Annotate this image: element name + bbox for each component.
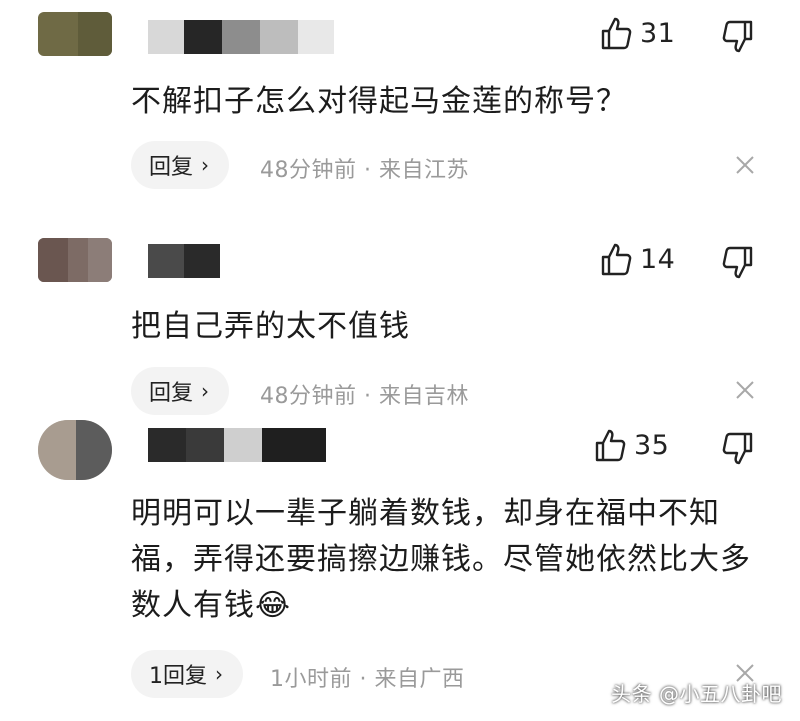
close-icon[interactable]	[735, 155, 755, 175]
comment-meta: 48分钟前 · 来自吉林	[260, 384, 469, 409]
thumbs-up-icon	[600, 242, 632, 276]
thumbs-down-icon	[722, 432, 754, 466]
comment-meta: 48分钟前 · 来自江苏	[260, 158, 469, 183]
comment-text: 明明可以一辈子躺着数钱，却身在福中不知福，弄得还要搞擦边赚钱。尽管她依然比大多数…	[131, 496, 751, 623]
reply-button[interactable]: 1回复 ›	[131, 650, 243, 698]
comment-text: 不解扣子怎么对得起马金莲的称号？	[131, 84, 627, 119]
reply-label: 回复	[149, 155, 194, 180]
chevron-right-icon: ›	[201, 153, 210, 177]
avatar[interactable]	[38, 420, 112, 480]
thumbs-down-icon	[722, 246, 754, 280]
dislike-button[interactable]	[722, 20, 754, 54]
avatar[interactable]	[38, 238, 112, 282]
reply-label: 1回复	[149, 664, 207, 689]
like-count: 31	[640, 17, 676, 49]
avatar[interactable]	[38, 12, 112, 56]
username-redacted[interactable]	[148, 20, 334, 54]
like-count: 14	[640, 243, 676, 275]
like-button[interactable]: 14	[600, 242, 675, 276]
chevron-right-icon: ›	[201, 379, 210, 403]
reply-button[interactable]: 回复 ›	[131, 141, 230, 189]
username-redacted[interactable]	[148, 244, 220, 278]
reply-label: 回复	[149, 381, 194, 406]
thumbs-up-icon	[594, 428, 626, 462]
thumbs-up-icon	[600, 16, 632, 50]
username-redacted[interactable]	[140, 428, 326, 462]
like-button[interactable]: 31	[600, 16, 675, 50]
like-button[interactable]: 35	[594, 428, 669, 462]
dislike-button[interactable]	[722, 432, 754, 466]
chevron-right-icon: ›	[215, 662, 223, 686]
comment-meta: 1小时前 · 来自广西	[270, 667, 465, 692]
reply-button[interactable]: 回复 ›	[131, 367, 230, 415]
laughing-tears-emoji-icon: 😂	[255, 588, 292, 623]
dislike-button[interactable]	[722, 246, 754, 280]
thumbs-down-icon	[722, 20, 754, 54]
comment-text: 把自己弄的太不值钱	[131, 309, 410, 344]
close-icon[interactable]	[735, 380, 755, 400]
like-count: 35	[634, 429, 670, 461]
watermark: 头条 @小五八卦吧	[611, 682, 782, 706]
